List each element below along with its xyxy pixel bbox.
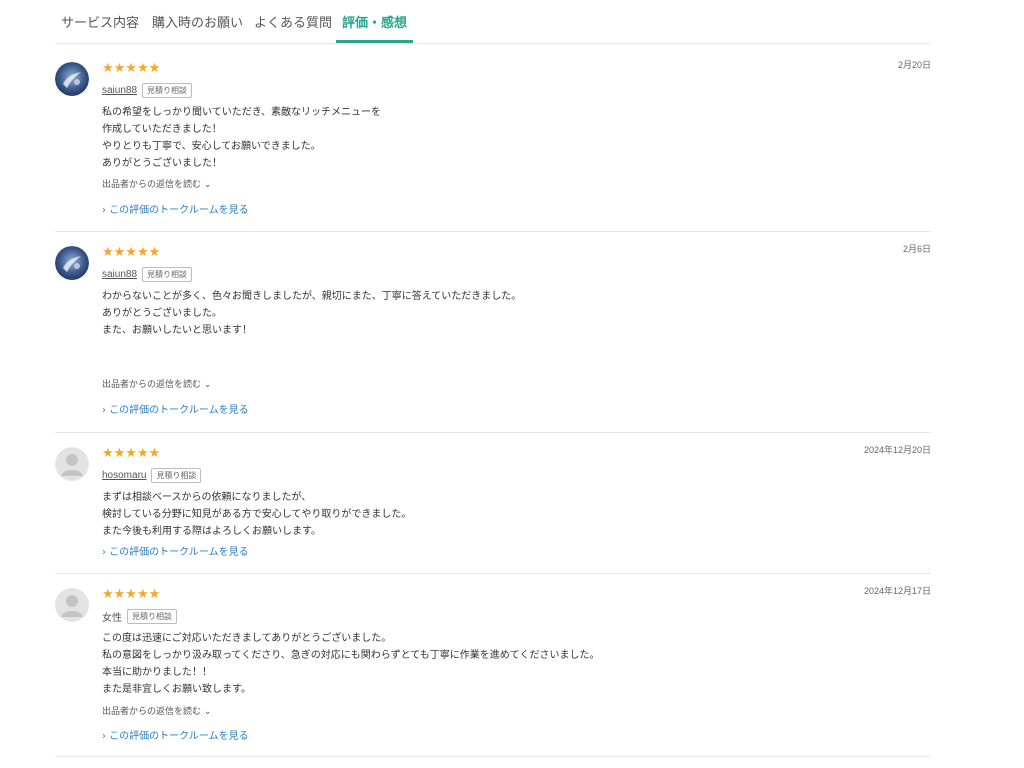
user-photo-icon: [55, 246, 89, 280]
avatar[interactable]: [55, 447, 89, 481]
tab-bar: サービス内容 購入時のお願い よくある質問 評価・感想: [55, 0, 931, 44]
default-avatar-icon: [55, 588, 89, 622]
review-text: まずは相談ベースからの依頼になりましたが、 検討している分野に知見がある方で安心…: [102, 492, 412, 537]
review-item: ★★★★★ 2024年12月17日 女性 見積り相談 この度は迅速にご対応いただ…: [55, 586, 931, 757]
review-item: ★★★★★ 2024年12月20日 hosomaru 見積り相談 まずは相談ベー…: [55, 445, 931, 574]
rating-stars: ★★★★★: [102, 446, 161, 461]
review-date: 2月6日: [902, 244, 931, 254]
talkroom-link[interactable]: › この評価のトークルームを見る: [102, 201, 249, 216]
user-row: 女性 見積り相談: [102, 608, 177, 624]
user-row: saiun88 見積り相談: [102, 82, 193, 98]
read-reply-toggle[interactable]: 出品者からの返信を読む ⌄: [102, 704, 211, 717]
username-link[interactable]: hosomaru: [102, 470, 146, 481]
talkroom-link[interactable]: › この評価のトークルームを見る: [102, 543, 249, 558]
talkroom-link[interactable]: › この評価のトークルームを見る: [102, 727, 249, 742]
username-link[interactable]: saiun88: [102, 85, 137, 96]
review-item: ★★★★★ 2月20日 saiun88 見積り相談 私の希望をしっかり聞いていた…: [55, 60, 931, 232]
avatar[interactable]: [55, 588, 89, 622]
username-label: 女性: [102, 612, 122, 624]
user-row: hosomaru 見積り相談: [102, 467, 202, 483]
rating-stars: ★★★★★: [102, 245, 161, 260]
review-text: この度は迅速にご対応いただきましてありがとうございました。 私の意図をしっかり汲…: [102, 633, 600, 695]
user-row: saiun88 見積り相談: [102, 266, 193, 282]
tab-purchase-request[interactable]: 購入時のお願い: [152, 12, 243, 43]
review-date: 2月20日: [897, 60, 931, 70]
review-date: 2024年12月17日: [863, 586, 931, 596]
status-badge: 見積り相談: [142, 82, 193, 98]
review-item: ★★★★★ 2月6日 saiun88 見積り相談 わからないことが多く、色々お聞…: [55, 244, 931, 433]
review-text: 私の希望をしっかり聞いていただき、素敵なリッチメニューを 作成していただきました…: [102, 107, 381, 169]
talkroom-link[interactable]: › この評価のトークルームを見る: [102, 401, 249, 416]
status-badge: 見積り相談: [127, 608, 177, 624]
avatar[interactable]: [55, 62, 89, 96]
status-badge: 見積り相談: [151, 467, 202, 483]
rating-stars: ★★★★★: [102, 587, 161, 602]
review-date: 2024年12月20日: [863, 445, 931, 455]
rating-stars: ★★★★★: [102, 61, 161, 76]
status-badge: 見積り相談: [142, 266, 193, 282]
review-text: わからないことが多く、色々お聞きしましたが、親切にまた、丁寧に答えていただきまし…: [102, 291, 522, 336]
tab-faq[interactable]: よくある質問: [254, 12, 332, 43]
read-reply-toggle[interactable]: 出品者からの返信を読む ⌄: [102, 177, 211, 190]
default-avatar-icon: [55, 447, 89, 481]
user-photo-icon: [55, 62, 89, 96]
read-reply-toggle[interactable]: 出品者からの返信を読む ⌄: [102, 377, 211, 390]
tab-reviews[interactable]: 評価・感想: [336, 12, 414, 43]
avatar[interactable]: [55, 246, 89, 280]
username-link[interactable]: saiun88: [102, 269, 137, 280]
tab-service-content[interactable]: サービス内容: [61, 12, 139, 43]
